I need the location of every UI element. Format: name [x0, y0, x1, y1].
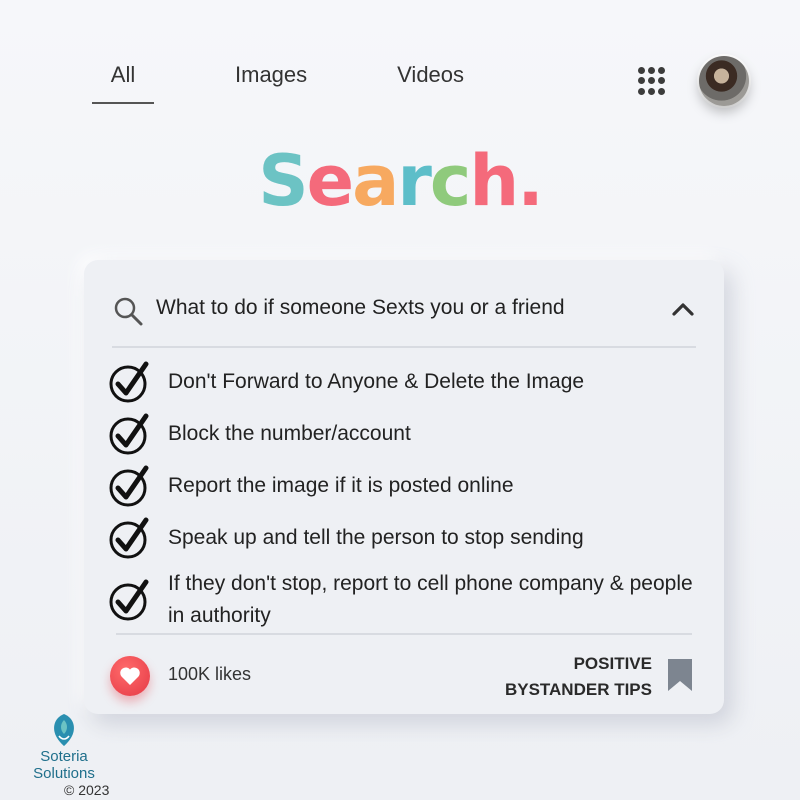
card-heading: POSITIVE BYSTANDER TIPS — [505, 651, 652, 703]
tips-list: Don't Forward to Anyone & Delete the Ima… — [108, 360, 698, 640]
card-heading-line2: BYSTANDER TIPS — [504, 680, 652, 699]
avatar[interactable] — [699, 56, 749, 106]
logo-letter: S — [258, 140, 308, 222]
tip-item: Don't Forward to Anyone & Delete the Ima… — [108, 360, 698, 404]
checkmark-circle-icon — [109, 361, 149, 403]
checkmark-circle-icon — [109, 579, 149, 621]
tip-text: Report the image if it is posted online — [168, 474, 514, 497]
tip-text: Block the number/account — [168, 422, 411, 445]
soteria-logo — [54, 714, 74, 746]
chevron-up-icon[interactable] — [670, 297, 696, 323]
divider — [112, 346, 696, 348]
logo-letter: a — [352, 140, 399, 222]
tip-item: If they don't stop, report to cell phone… — [108, 568, 698, 632]
copyright: © 2023 — [64, 782, 110, 798]
logo-letter: e — [306, 140, 355, 222]
logo-letter: r — [397, 140, 432, 222]
search-bar[interactable]: What to do if someone Sexts you or a fri… — [112, 292, 696, 326]
search-result-card: What to do if someone Sexts you or a fri… — [84, 260, 724, 714]
tip-item: Report the image if it is posted online — [108, 464, 698, 508]
likes-count: 100K likes — [168, 664, 252, 684]
grid-apps-icon[interactable] — [638, 67, 666, 95]
card-heading-line1: POSITIVE — [573, 654, 652, 673]
logo-letter: . — [517, 140, 544, 222]
search-icon — [114, 297, 143, 326]
search-query: What to do if someone Sexts you or a fri… — [156, 296, 565, 319]
logo-letter: c — [429, 140, 471, 222]
nav-tabs: All Images Videos — [92, 62, 464, 104]
checkmark-circle-icon — [109, 413, 149, 455]
brand-name-line1: Soteria — [40, 748, 88, 765]
tab-all[interactable]: All — [92, 62, 154, 104]
divider — [116, 633, 692, 635]
logo-letter: h — [469, 140, 519, 222]
brand-name-line2: Solutions — [33, 765, 95, 782]
tab-videos[interactable]: Videos — [397, 62, 464, 104]
tip-text: Speak up and tell the person to stop sen… — [168, 526, 584, 549]
tip-item: Block the number/account — [108, 412, 698, 456]
bookmark-icon[interactable] — [666, 658, 694, 692]
tip-text: Don't Forward to Anyone & Delete the Ima… — [168, 370, 585, 393]
tab-images[interactable]: Images — [235, 62, 307, 104]
brand-logo: Soteria Solutions — [26, 712, 102, 782]
checkmark-circle-icon — [109, 465, 149, 507]
checkmark-circle-icon — [109, 517, 149, 559]
tip-text: If they don't stop, report to cell phone… — [168, 572, 693, 627]
tip-item: Speak up and tell the person to stop sen… — [108, 516, 698, 560]
heart-icon[interactable] — [110, 656, 150, 696]
search-logo: Search. — [0, 140, 800, 222]
